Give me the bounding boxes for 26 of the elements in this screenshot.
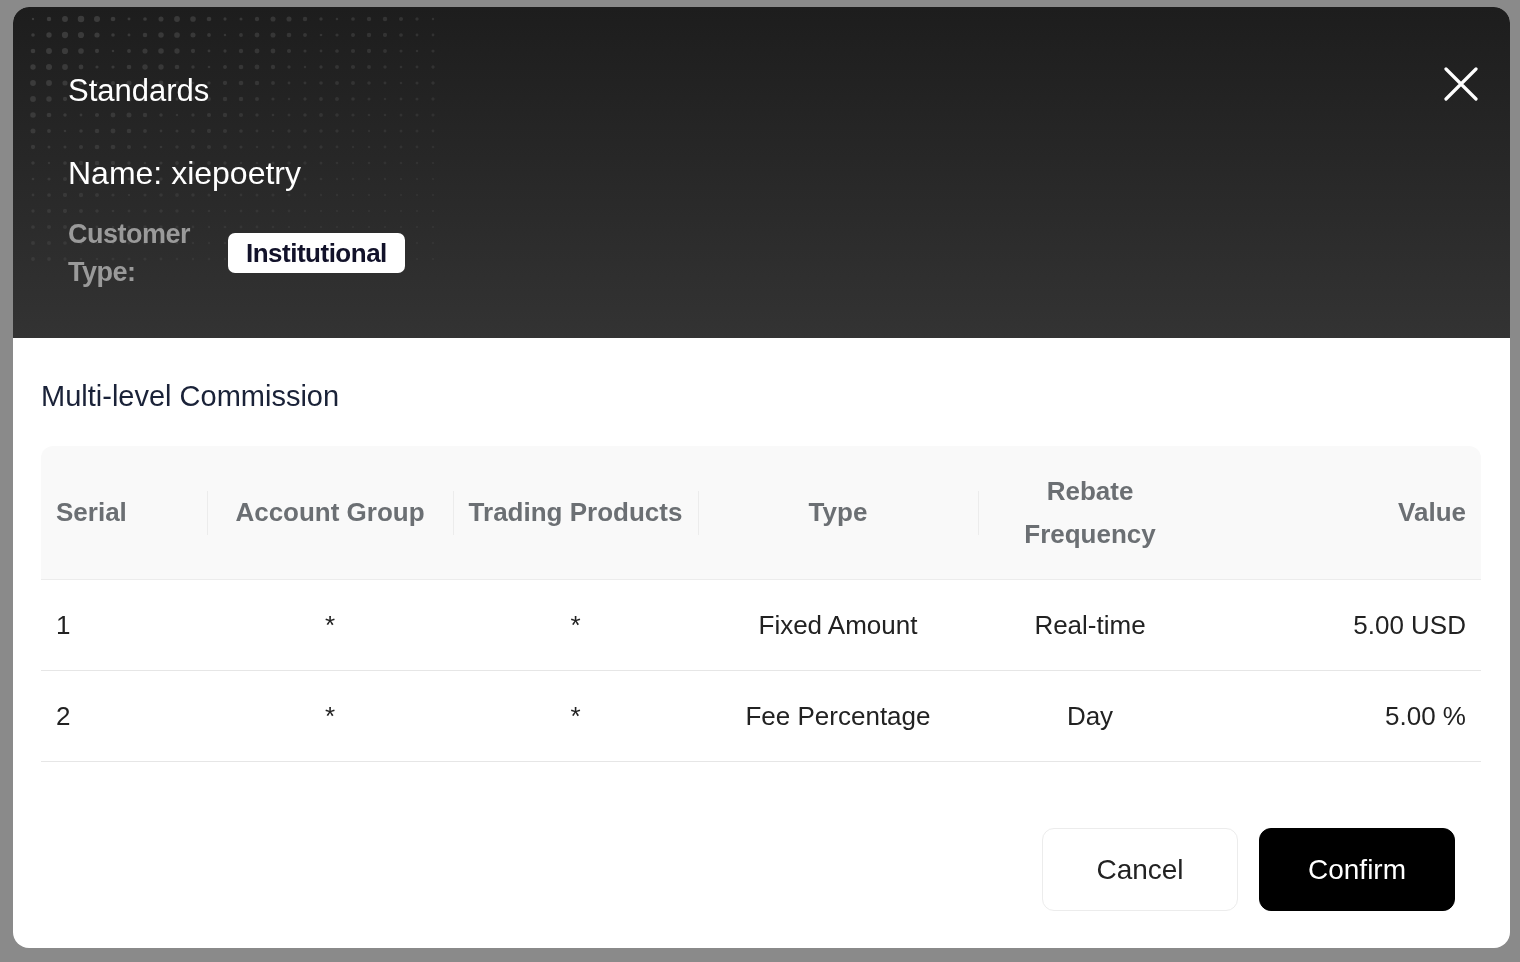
- close-icon[interactable]: [1444, 67, 1478, 101]
- column-header: Account Group: [207, 446, 453, 580]
- table-cell: Fixed Amount: [758, 609, 918, 641]
- table-cell: *: [570, 700, 581, 732]
- table-cell: 1: [56, 609, 71, 641]
- column-header: Trading Products: [453, 446, 698, 580]
- customer-type-label: Customer Type:: [68, 218, 192, 289]
- confirm-button[interactable]: Confirm: [1259, 828, 1455, 911]
- table-cell: Day: [1066, 700, 1114, 732]
- dialog-title: Standards: [68, 72, 211, 110]
- section-title: Multi-level Commission: [41, 379, 341, 414]
- table-cell: *: [324, 700, 336, 732]
- table-cell: Fee Percentage: [745, 700, 931, 732]
- column-header: Rebate Frequency: [978, 446, 1202, 580]
- name-text: Name: xiepoetry: [68, 154, 302, 193]
- table-cell: Real-time: [1034, 609, 1146, 641]
- table-cell: 5.00 USD: [1353, 609, 1466, 641]
- column-header: Value: [1202, 446, 1481, 580]
- column-header: Serial: [41, 446, 207, 580]
- cancel-button[interactable]: Cancel: [1042, 828, 1238, 911]
- table-cell: *: [324, 609, 336, 641]
- customer-type-badge: Institutional: [228, 233, 405, 273]
- table-cell: 5.00 %: [1385, 700, 1466, 732]
- column-header: Type: [698, 446, 978, 580]
- table-cell: *: [570, 609, 581, 641]
- table-cell: 2: [56, 700, 71, 732]
